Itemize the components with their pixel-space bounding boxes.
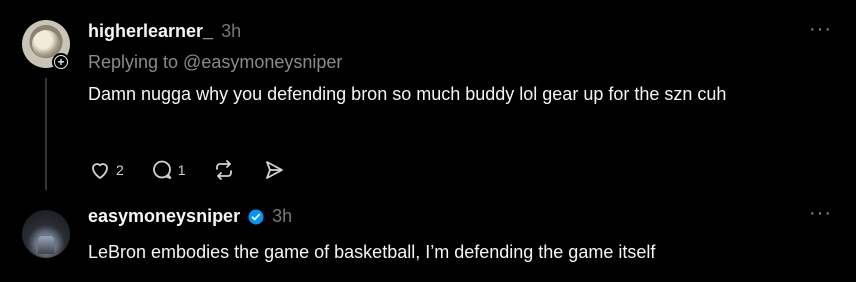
timestamp: 3h [272, 206, 293, 226]
timestamp: 3h [221, 21, 242, 41]
repost-button[interactable] [212, 158, 236, 182]
post-header: easymoneysniper 3h [88, 206, 292, 227]
post-text: LeBron embodies the game of basketball, … [88, 242, 656, 262]
comment-icon [152, 160, 172, 179]
original-post: easymoneysniper 3h ··· LeBron embodies t… [0, 196, 856, 282]
reply-count: 1 [177, 162, 186, 178]
username[interactable]: higherlearner_ [88, 21, 213, 42]
repost-icon [215, 160, 232, 180]
more-icon[interactable]: ··· [809, 202, 832, 225]
heart-icon [92, 163, 108, 179]
verified-icon [248, 209, 264, 224]
like-count: 2 [116, 162, 124, 178]
follow-plus-icon[interactable]: + [52, 53, 70, 71]
post-text: Damn nugga why you defending bron so muc… [88, 84, 727, 104]
username[interactable]: easymoneysniper [88, 206, 240, 227]
more-icon[interactable]: ··· [809, 18, 832, 41]
share-icon [265, 161, 283, 179]
share-button[interactable] [262, 158, 286, 182]
post-header: higherlearner_ 3h [88, 21, 241, 42]
thread-line [45, 78, 47, 190]
reply-post: + higherlearner_ 3h ··· Replying to @eas… [0, 0, 856, 196]
action-bar: 2 1 [88, 158, 312, 182]
comment-button[interactable]: 1 [150, 158, 186, 182]
like-button[interactable]: 2 [88, 158, 124, 182]
avatar[interactable] [22, 210, 70, 258]
replying-to[interactable]: Replying to @easymoneysniper [88, 52, 342, 73]
